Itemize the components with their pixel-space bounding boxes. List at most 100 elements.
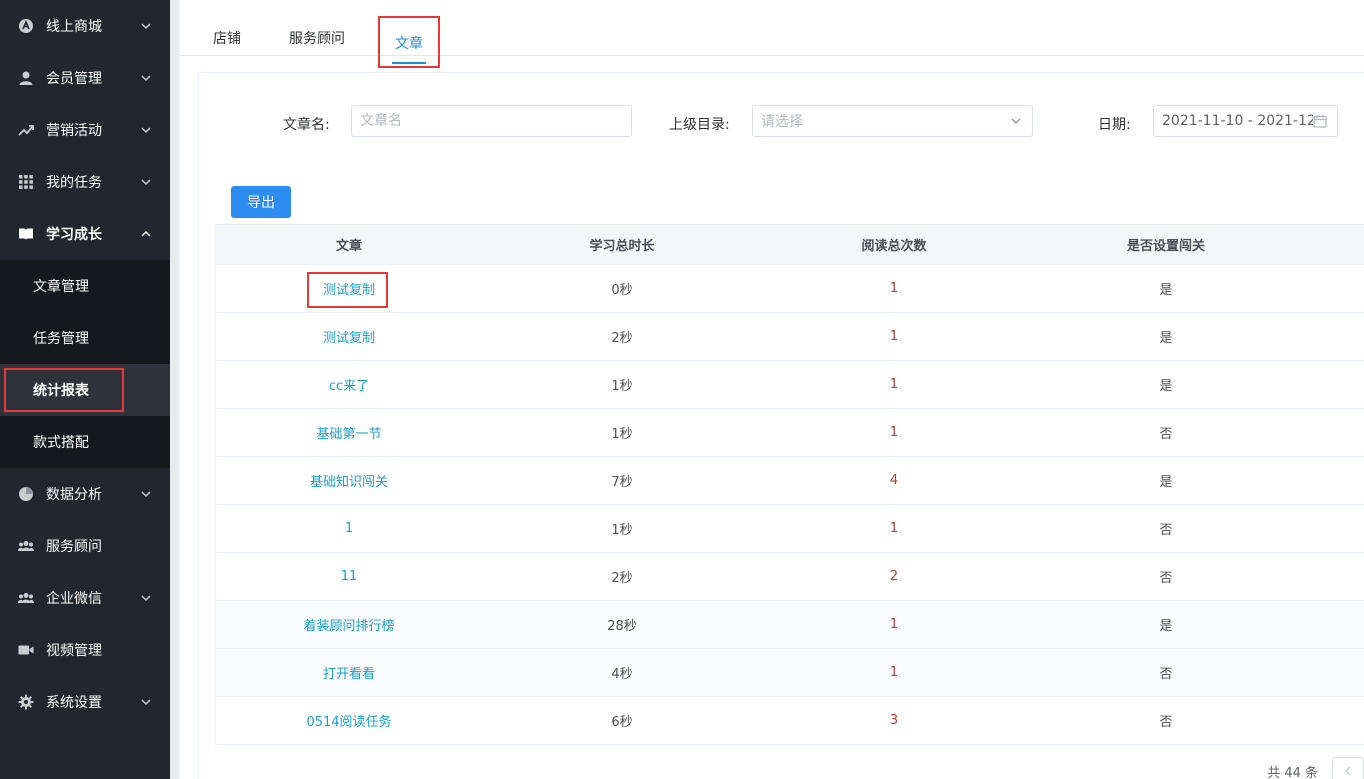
nav-item-member-management[interactable]: 会员管理	[0, 52, 170, 104]
nav-item-marketing[interactable]: 营销活动	[0, 104, 170, 156]
nav-label: 营销活动	[46, 123, 102, 139]
nav-label: 我的任务	[46, 175, 102, 191]
prev-page-button[interactable]	[1332, 757, 1364, 779]
nav-item-data-analysis[interactable]: 数据分析	[0, 468, 170, 520]
cell-reads: 1	[889, 617, 899, 632]
article-name-label: 文章名:	[283, 117, 330, 133]
cell-reads: 1	[889, 425, 899, 440]
article-link[interactable]: 基础第一节	[316, 423, 381, 442]
team-icon	[18, 538, 34, 554]
nav-label: 学习成长	[46, 227, 102, 243]
chevron-down-icon	[141, 23, 151, 30]
chevron-down-icon	[141, 75, 151, 82]
table-row: 测试复制 0秒 1 是	[216, 265, 1364, 313]
cell-title: 1	[216, 505, 482, 552]
store-icon	[18, 18, 34, 34]
column-header-read-count[interactable]: 阅读总次数	[762, 225, 1026, 264]
article-link[interactable]: 11	[341, 569, 358, 584]
cell-gate: 是	[1159, 283, 1173, 298]
sub-item-style-matching[interactable]: 款式搭配	[0, 416, 170, 468]
sidebar: 线上商城 会员管理 营销活动 我的任务 学习成长 文章管理 任务管理 统计报表 …	[0, 0, 170, 779]
table-row: 0514阅读任务 6秒 3 否	[216, 697, 1364, 745]
nav-item-service-advisor[interactable]: 服务顾问	[0, 520, 170, 572]
date-range-picker[interactable]: 2021-11-10 - 2021-12-	[1153, 105, 1338, 137]
article-link[interactable]: 测试复制	[323, 327, 375, 346]
nav-item-my-tasks[interactable]: 我的任务	[0, 156, 170, 208]
tab-service-advisor[interactable]: 服务顾问	[289, 6, 345, 56]
cell-duration: 1秒	[611, 427, 633, 442]
cell-duration: 7秒	[611, 475, 633, 490]
cell-duration: 0秒	[611, 283, 633, 298]
article-link[interactable]: 着装顾问排行榜	[303, 615, 394, 634]
cell-spacer	[1306, 361, 1364, 408]
cell-gate: 是	[1159, 331, 1173, 346]
column-header-gate-set[interactable]: 是否设置闯关	[1026, 225, 1306, 264]
cell-title: 打开看看	[216, 649, 482, 696]
cell-spacer	[1306, 313, 1364, 360]
nav-label: 会员管理	[46, 71, 102, 87]
cell-reads: 1	[889, 329, 899, 344]
tab-store[interactable]: 店铺	[213, 6, 241, 56]
calendar-icon	[1313, 114, 1327, 128]
parent-directory-select[interactable]: 请选择	[752, 105, 1033, 137]
column-header-study-duration[interactable]: 学习总时长	[482, 225, 762, 264]
nav-label: 线上商城	[46, 19, 102, 35]
chevron-down-icon	[1011, 118, 1021, 124]
chevron-down-icon	[141, 595, 151, 602]
chevron-down-icon	[141, 179, 151, 186]
cell-spacer	[1306, 601, 1364, 648]
grid-icon	[18, 174, 34, 190]
tab-article[interactable]: 文章	[378, 16, 440, 68]
cell-duration: 1秒	[611, 379, 633, 394]
team-icon	[18, 590, 34, 606]
sub-item-task-management[interactable]: 任务管理	[0, 312, 170, 364]
article-link[interactable]: 打开看看	[323, 663, 375, 682]
cell-spacer	[1306, 697, 1364, 744]
cell-title: 测试复制	[216, 265, 482, 312]
export-button[interactable]: 导出	[231, 186, 291, 218]
cell-gate: 否	[1159, 427, 1173, 442]
cell-reads: 4	[889, 473, 899, 488]
table-row: cc来了 1秒 1 是	[216, 361, 1364, 409]
tab-bar: 店铺 服务顾问	[180, 6, 1364, 56]
select-placeholder: 请选择	[761, 114, 803, 130]
article-link[interactable]: 1	[345, 521, 353, 536]
article-link[interactable]: cc来了	[329, 375, 369, 394]
article-link[interactable]: 测试复制	[323, 279, 375, 298]
nav-item-system-settings[interactable]: 系统设置	[0, 676, 170, 728]
article-link[interactable]: 基础知识闯关	[310, 471, 388, 490]
nav-label: 服务顾问	[46, 539, 102, 555]
sub-item-label: 款式搭配	[33, 435, 89, 451]
chevron-down-icon	[141, 127, 151, 134]
cell-spacer	[1306, 457, 1364, 504]
nav-item-video-management[interactable]: 视频管理	[0, 624, 170, 676]
cell-reads: 1	[889, 665, 899, 680]
sub-item-label: 任务管理	[33, 331, 89, 347]
user-icon	[18, 70, 34, 86]
table-row: 11 2秒 2 否	[216, 553, 1364, 601]
sub-item-statistics-report[interactable]: 统计报表	[0, 364, 170, 416]
cell-gate: 否	[1159, 523, 1173, 538]
nav-item-wecom[interactable]: 企业微信	[0, 572, 170, 624]
nav-item-online-mall[interactable]: 线上商城	[0, 0, 170, 52]
cell-gate: 否	[1159, 571, 1173, 586]
pagination: 共 44 条	[1267, 755, 1364, 779]
table-header: 文章 学习总时长 阅读总次数 是否设置闯关	[216, 225, 1364, 265]
cell-spacer	[1306, 553, 1364, 600]
cell-spacer	[1306, 505, 1364, 552]
cell-spacer	[1306, 265, 1364, 312]
article-link[interactable]: 0514阅读任务	[306, 711, 391, 730]
nav-item-learning-growth[interactable]: 学习成长	[0, 208, 170, 260]
cell-duration: 2秒	[611, 331, 633, 346]
cell-gate: 否	[1159, 715, 1173, 730]
article-name-field[interactable]	[351, 105, 632, 137]
sub-item-article-management[interactable]: 文章管理	[0, 260, 170, 312]
column-header-article[interactable]: 文章	[216, 225, 482, 264]
report-panel: 文章名: 上级目录: 请选择 日期: 2021-11-10 - 2021-12-…	[198, 72, 1364, 779]
table-row: 基础第一节 1秒 1 否	[216, 409, 1364, 457]
cell-title: 基础第一节	[216, 409, 482, 456]
table-row: 打开看看 4秒 1 否	[216, 649, 1364, 697]
book-icon	[18, 226, 34, 242]
cell-title: 0514阅读任务	[216, 697, 482, 744]
article-name-input[interactable]	[360, 113, 623, 129]
